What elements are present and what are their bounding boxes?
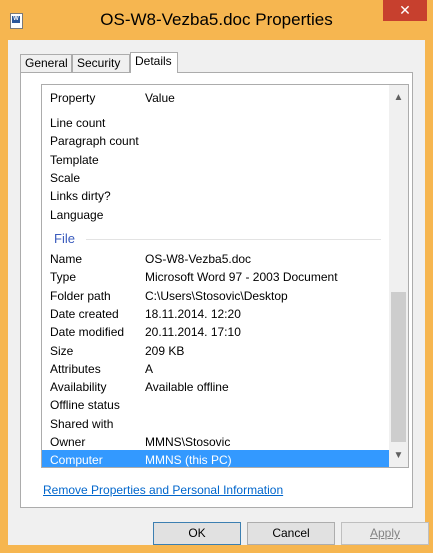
column-header-property[interactable]: Property [50, 91, 95, 105]
list-item[interactable]: Computer MMNS (this PC) [42, 450, 389, 468]
properties-list[interactable]: Property Value Line count Paragraph count… [41, 84, 409, 468]
property-value: Available offline [145, 380, 229, 395]
list-item[interactable]: Type Microsoft Word 97 - 2003 Document [42, 267, 389, 285]
remove-properties-link[interactable]: Remove Properties and Personal Informati… [43, 483, 283, 497]
list-item[interactable]: Date modified 20.11.2014. 17:10 [42, 322, 389, 340]
list-item[interactable]: Name OS-W8-Vezba5.doc [42, 249, 389, 267]
scrollbar-thumb[interactable] [391, 292, 406, 442]
list-item[interactable]: Line count [42, 113, 389, 131]
property-name: Name [50, 252, 83, 266]
property-value: MMNS\Stosovic [145, 435, 231, 449]
list-item[interactable]: Language [42, 205, 389, 223]
property-value: Microsoft Word 97 - 2003 Document [145, 270, 338, 285]
list-item[interactable]: Scale [42, 168, 389, 186]
tab-security[interactable]: Security [72, 54, 130, 72]
property-name: Size [50, 343, 74, 358]
property-name: Attributes [50, 361, 101, 376]
close-button[interactable]: ✕ [383, 0, 427, 21]
group-label-file: File [54, 231, 75, 246]
property-name: Folder path [50, 288, 111, 303]
tab-details[interactable]: Details [130, 52, 178, 73]
property-value: 18.11.2014. 12:20 [145, 306, 241, 321]
property-name: Computer [50, 453, 103, 468]
apply-button[interactable]: Apply [341, 522, 429, 545]
property-value: 209 KB [145, 343, 185, 358]
list-item[interactable]: Offline status [42, 395, 389, 413]
list-header: Property Value [42, 85, 389, 111]
property-name: Links dirty? [50, 189, 111, 204]
list-item[interactable]: Template [42, 150, 389, 168]
property-name: Paragraph count [50, 134, 139, 149]
window-title: OS-W8-Vezba5.doc Properties [100, 10, 333, 29]
property-value: MMNS (this PC) [145, 453, 232, 468]
property-value: A [145, 361, 154, 376]
property-name: Shared with [50, 416, 114, 431]
property-name: Template [50, 152, 99, 167]
list-item[interactable]: Shared with [42, 414, 389, 432]
apply-label: Apply [369, 526, 401, 540]
list-item[interactable]: Date created 18.11.2014. 12:20 [42, 304, 389, 322]
tab-general[interactable]: General [20, 54, 72, 72]
property-name: Date modified [50, 325, 125, 340]
list-item[interactable]: Availability Available offline [42, 377, 389, 395]
list-item[interactable]: Attributes A [42, 359, 389, 377]
property-name: Type [50, 270, 77, 285]
property-name: Availability [50, 380, 107, 395]
list-item[interactable]: Links dirty? [42, 186, 389, 204]
property-name: Owner [50, 435, 86, 449]
scroll-up-icon[interactable]: ▲ [389, 89, 408, 106]
vertical-scrollbar[interactable]: ▲ ▼ [389, 85, 408, 467]
title-bar[interactable]: W OS-W8-Vezba5.doc Properties ✕ [0, 0, 433, 40]
group-divider [86, 239, 381, 240]
cancel-button[interactable]: Cancel [247, 522, 335, 545]
close-icon: ✕ [399, 2, 411, 18]
list-item[interactable]: Folder path C:\Users\Stosovic\Desktop [42, 286, 389, 304]
property-name: Language [50, 207, 104, 222]
ok-button[interactable]: OK [153, 522, 241, 545]
property-value: C:\Users\Stosovic\Desktop [145, 288, 288, 303]
property-name: Date created [50, 306, 119, 321]
property-value: OS-W8-Vezba5.doc [145, 252, 252, 266]
list-item[interactable]: Owner MMNS\Stosovic [42, 432, 389, 450]
list-item[interactable]: Paragraph count [42, 131, 389, 149]
property-value: 20.11.2014. 17:10 [145, 325, 241, 340]
column-header-value[interactable]: Value [145, 91, 175, 105]
property-name: Scale [50, 170, 81, 185]
property-name: Line count [50, 116, 106, 130]
scroll-down-icon[interactable]: ▼ [389, 447, 408, 464]
list-item[interactable]: Size 209 KB [42, 341, 389, 359]
property-name: Offline status [50, 398, 120, 413]
